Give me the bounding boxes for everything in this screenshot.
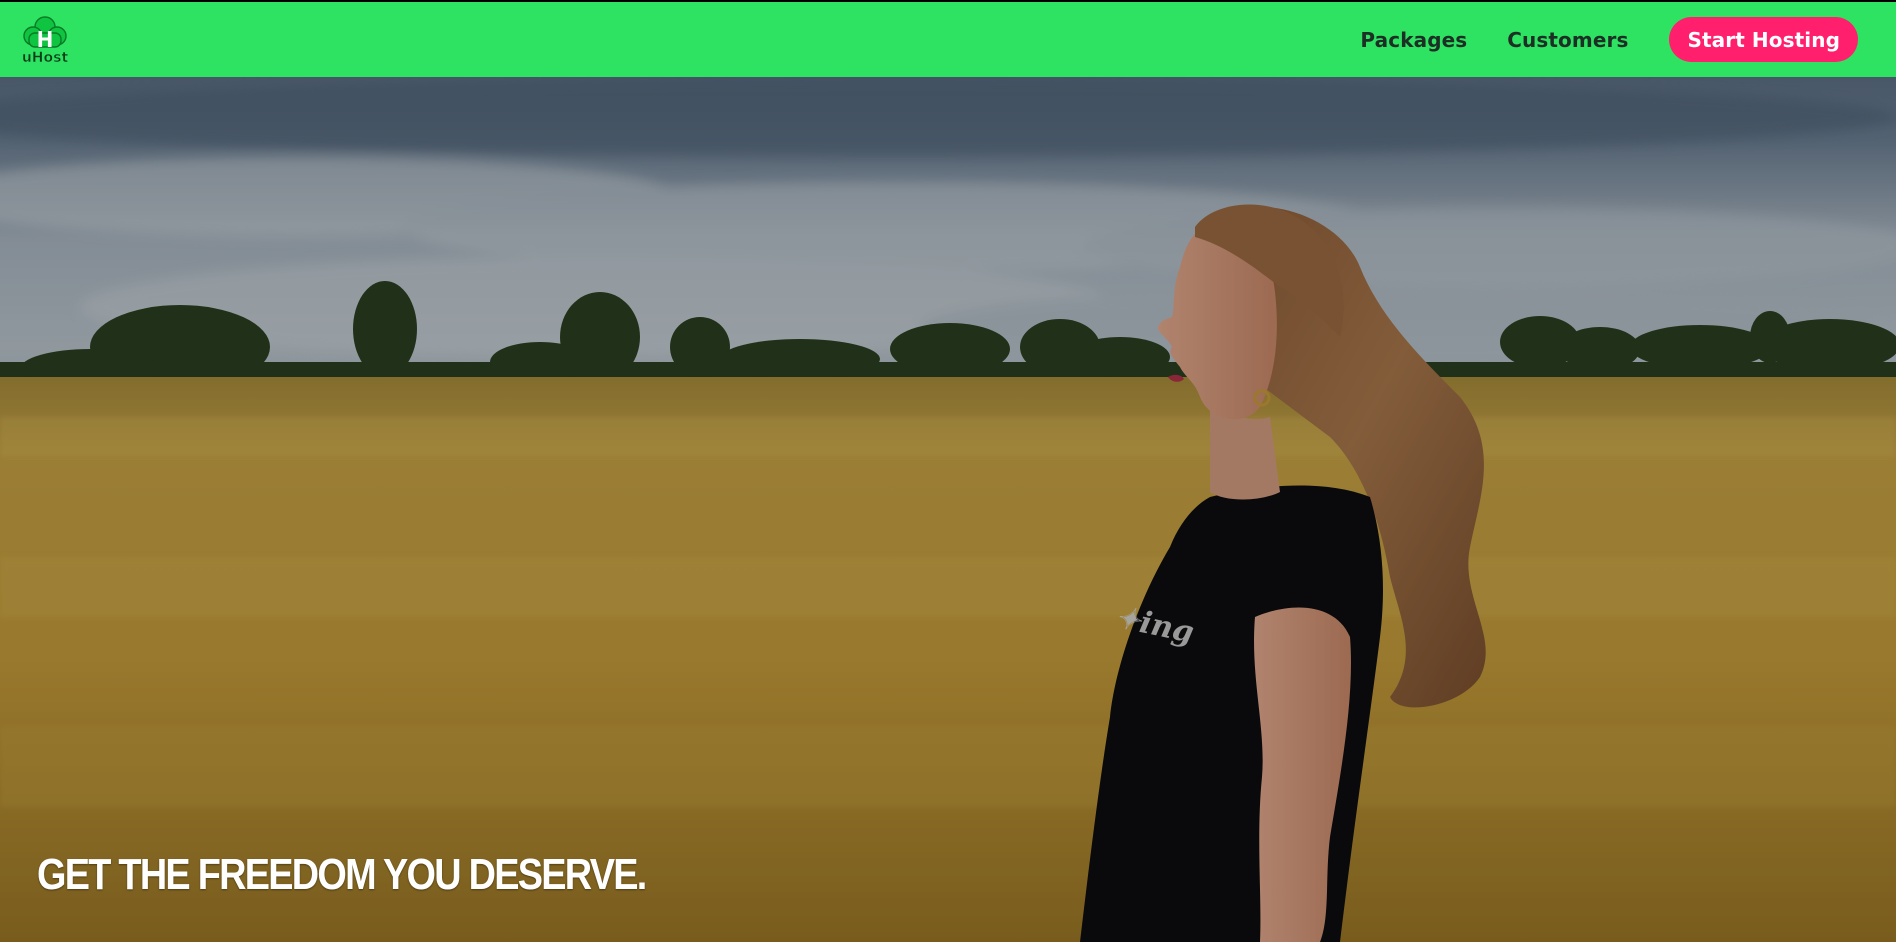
brand-logo[interactable]: uHost: [18, 13, 72, 67]
primary-nav: Packages Customers Start Hosting: [1360, 17, 1858, 62]
nav-link-customers[interactable]: Customers: [1507, 28, 1628, 52]
cloud-logo-icon: uHost: [22, 15, 69, 66]
hero-headline: GET THE FREEDOM YOU DESERVE.: [37, 850, 647, 899]
main-header: uHost Packages Customers Start Hosting: [0, 2, 1896, 77]
woman-in-wheat-field-photo: ✦ing: [0, 77, 1896, 942]
nav-link-packages[interactable]: Packages: [1360, 28, 1467, 52]
page: uHost Packages Customers Start Hosting ✦…: [0, 0, 1896, 942]
logo-wordmark: uHost: [22, 50, 69, 66]
start-hosting-button[interactable]: Start Hosting: [1669, 17, 1858, 62]
hero-section: ✦ing GET THE FREEDOM YOU DESERVE.: [0, 77, 1896, 942]
